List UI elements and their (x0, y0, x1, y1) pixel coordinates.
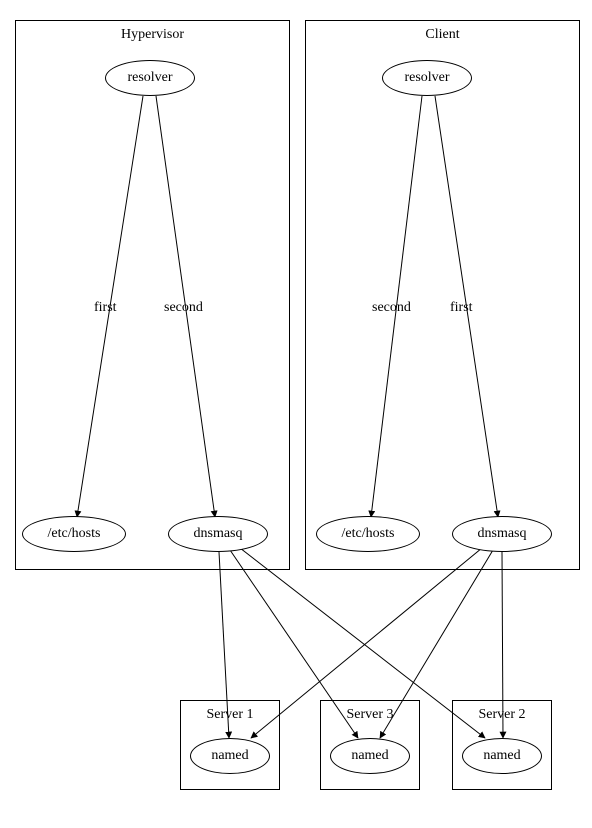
cluster-client: Client (305, 20, 580, 570)
edge-label-h-second: second (164, 300, 203, 316)
cluster-hypervisor: Hypervisor (15, 20, 290, 570)
node-h-resolver: resolver (105, 60, 195, 96)
cluster-server2-label: Server 2 (478, 707, 525, 723)
node-h-etchosts-label: /etc/hosts (48, 526, 101, 542)
cluster-hypervisor-label: Hypervisor (121, 27, 184, 43)
node-h-dnsmasq: dnsmasq (168, 516, 268, 552)
cluster-server3-label: Server 3 (346, 707, 393, 723)
edge-label-c-second: second (372, 300, 411, 316)
node-c-dnsmasq-label: dnsmasq (478, 526, 527, 542)
edge-label-c-first: first (450, 300, 473, 316)
node-s2-named-label: named (483, 748, 520, 764)
node-c-dnsmasq: dnsmasq (452, 516, 552, 552)
node-s3-named-label: named (351, 748, 388, 764)
edge-label-h-first: first (94, 300, 117, 316)
cluster-client-label: Client (425, 27, 459, 43)
node-s1-named: named (190, 738, 270, 774)
node-h-etchosts: /etc/hosts (22, 516, 126, 552)
node-c-resolver: resolver (382, 60, 472, 96)
node-s3-named: named (330, 738, 410, 774)
cluster-server1-label: Server 1 (206, 707, 253, 723)
node-h-dnsmasq-label: dnsmasq (194, 526, 243, 542)
node-c-etchosts: /etc/hosts (316, 516, 420, 552)
node-c-etchosts-label: /etc/hosts (342, 526, 395, 542)
node-h-resolver-label: resolver (127, 70, 172, 86)
node-s2-named: named (462, 738, 542, 774)
node-s1-named-label: named (211, 748, 248, 764)
node-c-resolver-label: resolver (404, 70, 449, 86)
